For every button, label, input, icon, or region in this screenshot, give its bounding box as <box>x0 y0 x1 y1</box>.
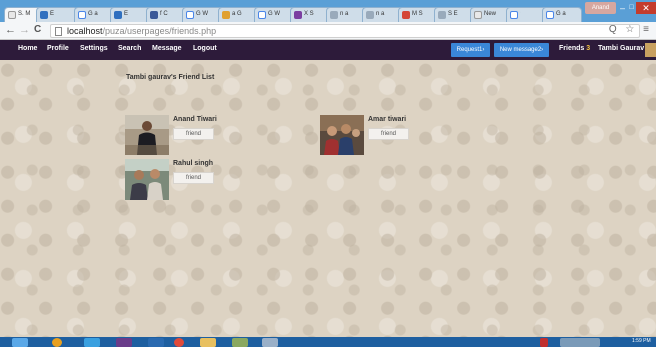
request-button[interactable]: Request1› <box>451 43 490 57</box>
google-icon <box>510 11 518 19</box>
browser-tab-strip: S. M E G a E f C G W a G G W X S n a n a… <box>0 0 656 24</box>
nav-profile[interactable]: Profile <box>47 45 69 52</box>
browser-tab[interactable]: G a <box>542 7 582 22</box>
friend-name[interactable]: Amar tiwari <box>368 116 406 123</box>
google-icon <box>186 11 194 19</box>
google-icon <box>258 11 266 19</box>
friend-button[interactable]: friend <box>173 172 214 184</box>
folder-icon[interactable] <box>200 338 216 347</box>
google-icon <box>78 11 86 19</box>
friend-photo[interactable] <box>125 115 169 155</box>
start-icon[interactable] <box>12 338 28 347</box>
back-button[interactable]: ← <box>5 24 16 36</box>
app-icon[interactable] <box>116 338 132 347</box>
media-player-icon[interactable] <box>52 338 62 347</box>
nav-logout[interactable]: Logout <box>193 45 217 52</box>
reload-button[interactable]: C <box>34 24 41 35</box>
friend-name[interactable]: Anand Tiwari <box>173 116 217 123</box>
friend-photo[interactable] <box>320 115 364 155</box>
system-tray-icons[interactable] <box>560 338 600 347</box>
site-icon <box>114 11 122 19</box>
page-title: Tambi gaurav's Friend List <box>126 74 215 81</box>
site-icon <box>222 11 230 19</box>
friend-button[interactable]: friend <box>173 128 214 140</box>
gmail-icon <box>402 11 410 19</box>
browser-toolbar-icons[interactable]: Q ☆ ≡ <box>609 24 652 35</box>
friend-button[interactable]: friend <box>368 128 409 140</box>
facebook-icon <box>150 11 158 19</box>
site-icon <box>438 11 446 19</box>
clock: 1:59 PM <box>632 338 651 344</box>
page-icon <box>474 11 482 19</box>
minimize-button[interactable]: – <box>618 2 627 14</box>
google-icon <box>546 11 554 19</box>
nav-search[interactable]: Search <box>118 45 141 52</box>
site-icon <box>366 11 374 19</box>
url-host: localhost <box>67 26 103 36</box>
address-bar: ← → C localhost/puza/userpages/friends.p… <box>0 22 656 40</box>
nav-message[interactable]: Message <box>152 45 182 52</box>
site-icon <box>330 11 338 19</box>
internet-explorer-icon[interactable] <box>84 338 100 347</box>
site-icon <box>294 11 302 19</box>
url-path: /puza/userpages/friends.php <box>102 26 217 36</box>
new-message-button[interactable]: New message2› <box>494 43 549 57</box>
friend-list-page: Tambi gaurav's Friend List Anand Tiwari … <box>0 60 656 337</box>
profile-button[interactable]: Anand <box>585 2 616 14</box>
friend-name[interactable]: Rahul singh <box>173 160 213 167</box>
site-nav: Home Profile Settings Search Message Log… <box>0 40 656 60</box>
maximize-button[interactable]: □ <box>627 2 636 14</box>
friends-count-badge: 3 <box>586 45 591 52</box>
nav-home[interactable]: Home <box>18 45 37 52</box>
forward-button[interactable]: → <box>19 24 30 36</box>
nav-settings[interactable]: Settings <box>80 45 108 52</box>
taskbar: 1:59 PM <box>0 337 656 347</box>
app-icon[interactable] <box>232 338 248 347</box>
browser-tab[interactable]: E <box>36 7 78 22</box>
friends-link[interactable]: Friends 3 <box>559 45 590 52</box>
avatar[interactable] <box>645 43 656 57</box>
user-name-link[interactable]: Tambi Gaurav <box>598 45 644 52</box>
site-icon <box>40 11 48 19</box>
page-icon <box>8 11 16 19</box>
hp-icon[interactable] <box>148 338 164 347</box>
url-input[interactable]: localhost/puza/userpages/friends.php <box>50 24 640 38</box>
page-icon <box>55 27 62 36</box>
chrome-icon[interactable] <box>174 338 184 347</box>
search-icon[interactable] <box>262 338 278 347</box>
close-button[interactable]: ✕ <box>636 2 656 14</box>
notification-icon[interactable] <box>540 338 548 347</box>
friend-photo[interactable] <box>125 159 169 200</box>
